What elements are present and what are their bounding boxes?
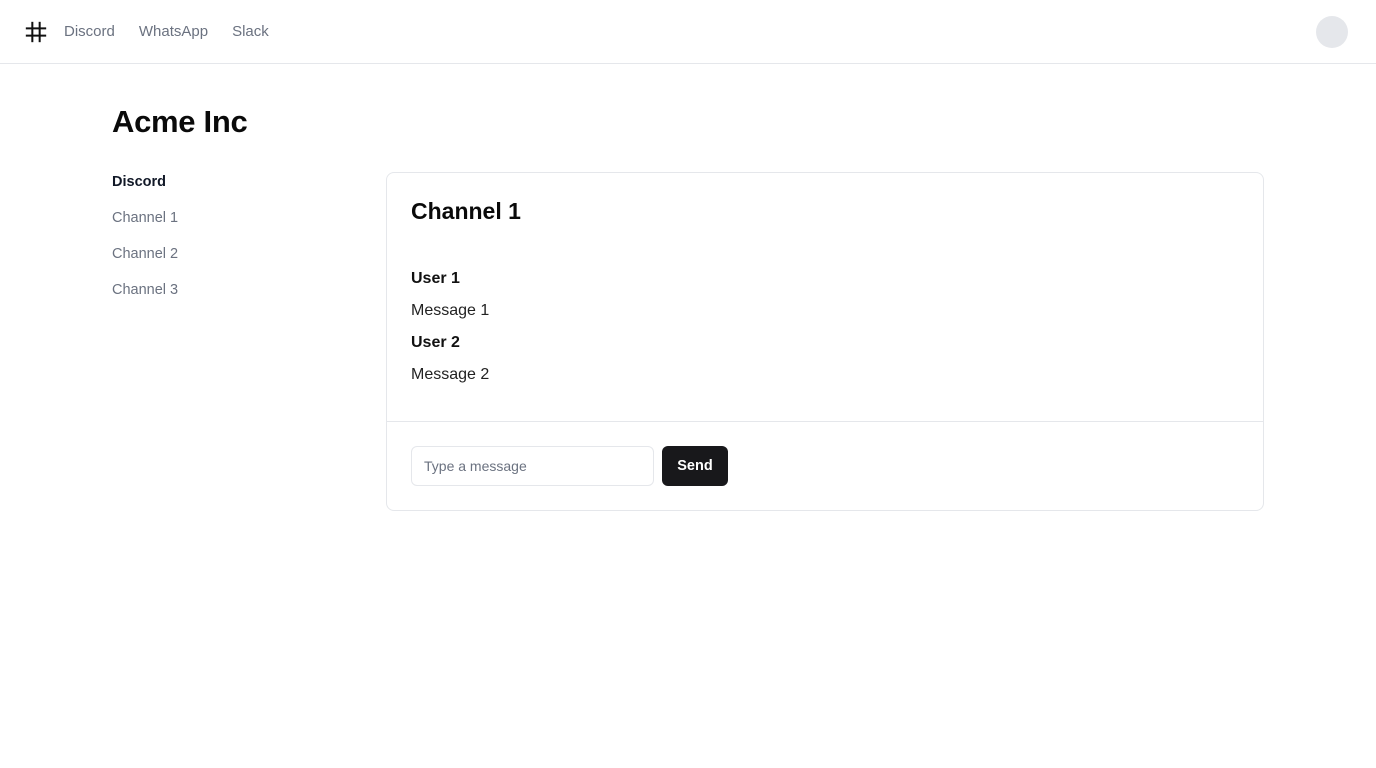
- nav-link-whatsapp[interactable]: WhatsApp: [139, 23, 208, 40]
- sidebar-item-channel-3[interactable]: Channel 3: [112, 280, 352, 316]
- send-button[interactable]: Send: [662, 446, 728, 486]
- channel-title: Channel 1: [411, 198, 521, 224]
- message-text: Message 1: [411, 302, 490, 319]
- sidebar-item-channel-2[interactable]: Channel 2: [112, 244, 352, 280]
- chat-card: Channel 1 User 1 Message 1 User 2 Messag…: [386, 172, 1264, 511]
- chat-body: Channel 1 User 1 Message 1 User 2 Messag…: [387, 173, 1263, 422]
- nav-link-discord[interactable]: Discord: [64, 23, 115, 40]
- message-author: User 1: [411, 270, 460, 287]
- message-author: User 2: [411, 334, 460, 351]
- message-text: Message 2: [411, 366, 490, 383]
- sidebar: Discord Channel 1 Channel 2 Channel 3: [112, 172, 352, 316]
- avatar[interactable]: [1316, 16, 1348, 48]
- sidebar-item-discord[interactable]: Discord: [112, 172, 352, 208]
- top-navbar: Discord WhatsApp Slack: [0, 0, 1376, 64]
- message-input[interactable]: [411, 446, 654, 486]
- sidebar-item-channel-1[interactable]: Channel 1: [112, 208, 352, 244]
- message-composer: Send: [387, 422, 1263, 510]
- message-list: User 1 Message 1 User 2 Message 2: [411, 269, 1239, 385]
- message-item: User 1 Message 1: [411, 269, 1239, 321]
- message-item: User 2 Message 2: [411, 333, 1239, 385]
- hash-icon[interactable]: [24, 20, 48, 44]
- nav-link-slack[interactable]: Slack: [232, 23, 269, 40]
- page-title: Acme Inc: [112, 104, 248, 139]
